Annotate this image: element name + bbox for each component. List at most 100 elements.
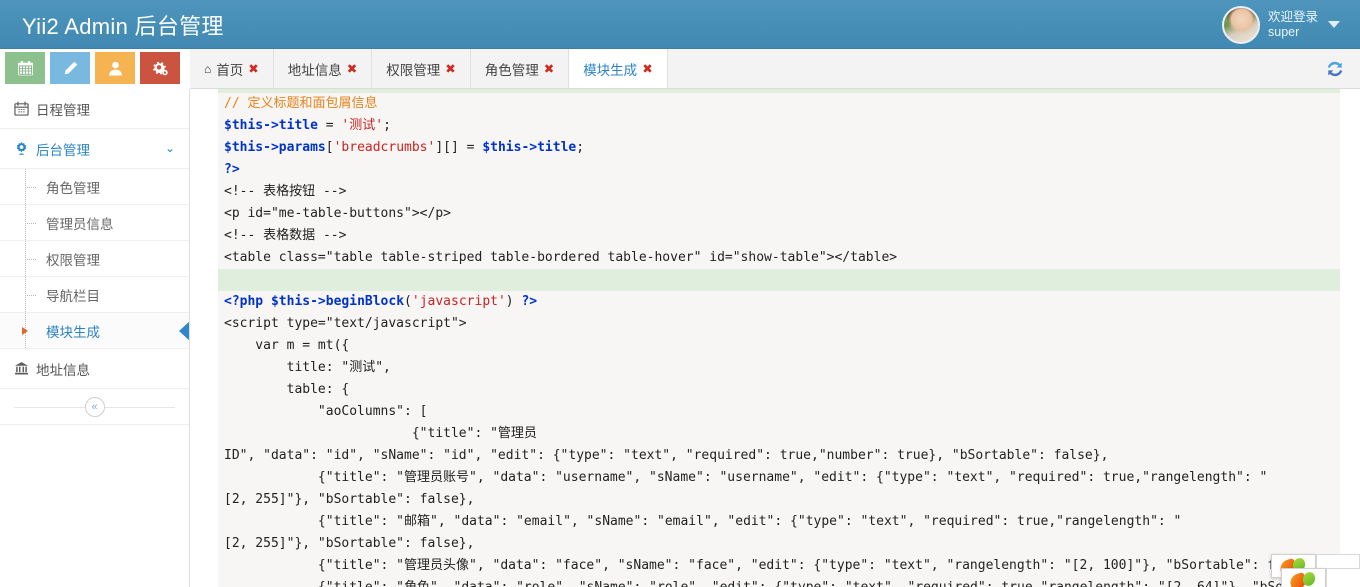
code-line-3: ?> (218, 159, 1340, 181)
plugin-popup-strip-front[interactable] (1326, 568, 1360, 587)
code-token: {"title": "管理员 (224, 426, 537, 441)
user-icon-button[interactable] (95, 52, 135, 84)
sidebar-subitem-导航栏目[interactable]: 导航栏目 (0, 277, 189, 313)
user-info: 欢迎登录 super (1268, 10, 1318, 40)
sidebar-item-日程管理[interactable]: 日程管理 (0, 89, 189, 129)
code-line-13: table: { (218, 379, 1340, 401)
code-line-1: $this->title = '测试'; (218, 115, 1340, 137)
code-editor-pane: // 定义标题和面包屑信息 $this->title = '测试'; $this ->… (190, 89, 1360, 587)
tab-4[interactable]: 模块生成 ✖ (569, 49, 668, 88)
user-icon (108, 61, 122, 76)
code-token: -> (263, 140, 279, 155)
code-token: $this (224, 118, 264, 133)
code-token: {"title": "管理员账号", "data": "username", "… (224, 470, 1268, 485)
tab-close-icon[interactable]: ✖ (347, 61, 357, 76)
code-token: <table class="table table-striped table-… (224, 250, 898, 265)
sidebar-subitem-label: 模块生成 (46, 324, 100, 340)
caret-down-icon[interactable] (1328, 21, 1341, 28)
code-line-16: ID", "data": "id", "sName": "id", "edit"… (218, 445, 1340, 467)
user-greeting: 欢迎登录 (1268, 9, 1319, 24)
code-token: ][] = (435, 140, 483, 155)
code-token: ID", "data": "id", "sName": "id", "edit"… (224, 448, 1109, 463)
app-root: Yii2 Admin 后台管理 欢迎登录 super ⌂ 首页 ✖ 地址信息 ✖… (0, 0, 1360, 587)
sidebar-subitem-label: 权限管理 (46, 252, 100, 268)
gear-icon (14, 141, 36, 156)
tab-close-icon[interactable]: ✖ (642, 61, 652, 76)
tab-list: ⌂ 首页 ✖ 地址信息 ✖ 权限管理 ✖ 角色管理 ✖ 模块生成 ✖ (190, 49, 1360, 88)
sidebar-subitem-模块生成[interactable]: 模块生成 (0, 313, 189, 349)
code-token: {"title": "邮箱", "data": "email", "sName"… (224, 514, 1182, 529)
app-brand-title: Yii2 Admin 后台管理 (22, 14, 224, 39)
sidebar-item-label: 日程管理 (36, 102, 90, 118)
code-line-11: var m = mt({ (218, 335, 1340, 357)
leaf-plugin-icon-2 (1288, 570, 1317, 587)
plugin-popup-front[interactable] (1281, 568, 1326, 587)
code-token: [ (325, 140, 334, 155)
tab-1[interactable]: 地址信息 ✖ (273, 49, 373, 88)
tab-close-icon[interactable]: ✖ (544, 61, 554, 76)
calendar-icon (14, 101, 36, 116)
code-token: [2, 255]"}, "bSortable": false}, (224, 536, 475, 551)
code-line-9: <?php $this->beginBlock('javascript') ?> (218, 291, 1340, 313)
code-line-6: <!-- 表格数据 --> (218, 225, 1340, 247)
tab-3[interactable]: 角色管理 ✖ (470, 49, 570, 88)
double-chevron-left-icon[interactable]: « (84, 397, 105, 417)
sidebar-subitem-角色管理[interactable]: 角色管理 (0, 169, 189, 205)
sidebar: 日程管理后台管理 ⌄ 角色管理 管理员信息权限管理导航栏目模块生成地址信息 « (0, 89, 190, 587)
code-content[interactable]: // 定义标题和面包屑信息 $this->title = '测试'; $this ->… (218, 89, 1340, 587)
code-token: 'javascript' (411, 294, 506, 309)
tab-0[interactable]: ⌂ 首页 ✖ (190, 49, 274, 88)
tab-label: 地址信息 (287, 62, 342, 78)
tab-2[interactable]: 权限管理 ✖ (372, 49, 471, 88)
code-token: <!-- 表格按钮 --> (224, 184, 347, 199)
code-token: 'breadcrumbs' (333, 140, 436, 155)
code-token: // 定义标题和面包屑信息 (224, 96, 378, 111)
sidebar-item-地址信息[interactable]: 地址信息 (0, 349, 189, 389)
code-scroll-area[interactable]: // 定义标题和面包屑信息 $this->title = '测试'; $this ->… (218, 89, 1340, 587)
code-token: <script type="text/javascript"> (224, 316, 467, 331)
code-token: title: "测试", (224, 360, 391, 375)
calendar-icon-button[interactable] (5, 52, 45, 84)
code-token: [2, 255]"}, "bSortable": false}, (224, 492, 475, 507)
sidebar-subnav: 角色管理 管理员信息权限管理导航栏目模块生成 (0, 169, 189, 349)
code-token: title (278, 118, 318, 133)
user-name: super (1268, 24, 1300, 39)
tab-close-icon[interactable]: ✖ (445, 61, 455, 76)
code-token: {"title": "角色", "data": "role", "sName":… (224, 580, 1340, 587)
editor-gutter (190, 89, 218, 587)
sidebar-subitem-管理员信息[interactable]: 管理员信息 (0, 205, 189, 241)
tab-label: 角色管理 (484, 62, 539, 78)
code-token: var m = mt({ (224, 338, 350, 353)
sidebar-item-label: 后台管理 (36, 142, 90, 158)
code-token: params (278, 140, 326, 155)
sidebar-collapse-row: « (0, 389, 189, 425)
sidebar-subitem-权限管理[interactable]: 权限管理 (0, 241, 189, 277)
refresh-icon[interactable] (1322, 56, 1348, 82)
tab-bar: ⌂ 首页 ✖ 地址信息 ✖ 权限管理 ✖ 角色管理 ✖ 模块生成 ✖ (190, 49, 1360, 89)
refresh-icon-glyph (1327, 61, 1343, 77)
edit-icon-button[interactable] (50, 52, 90, 84)
settings-icon-button[interactable] (140, 52, 180, 84)
sidebar-item-label: 地址信息 (36, 362, 90, 378)
leaf-green-shape-2 (1301, 570, 1317, 587)
code-token: <?php (224, 294, 271, 309)
code-token: table: { (224, 382, 350, 397)
code-line-17: {"title": "管理员账号", "data": "username", "… (218, 467, 1340, 489)
sidebar-subitem-label: 导航栏目 (46, 288, 100, 304)
user-menu[interactable]: 欢迎登录 super (1210, 0, 1360, 49)
chevron-down-icon[interactable]: ⌄ (165, 141, 175, 155)
tab-label: 权限管理 (386, 62, 441, 78)
code-line-19: {"title": "邮箱", "data": "email", "sName"… (218, 511, 1340, 533)
sidebar-nav: 日程管理后台管理 ⌄ 角色管理 管理员信息权限管理导航栏目模块生成地址信息 (0, 89, 189, 389)
code-line-5: <p id="me-table-buttons"></p> (218, 203, 1340, 225)
bank-icon (14, 361, 36, 376)
code-token: = (317, 118, 342, 133)
code-token: <!-- 表格数据 --> (224, 228, 347, 243)
code-line-4: <!-- 表格按钮 --> (218, 181, 1340, 203)
tab-close-icon[interactable]: ✖ (248, 61, 258, 76)
active-bullet-icon (22, 326, 28, 335)
active-pointer-icon (179, 320, 189, 341)
sidebar-item-后台管理[interactable]: 后台管理 ⌄ (0, 129, 189, 169)
code-line-15: {"title": "管理员 (218, 423, 1340, 445)
